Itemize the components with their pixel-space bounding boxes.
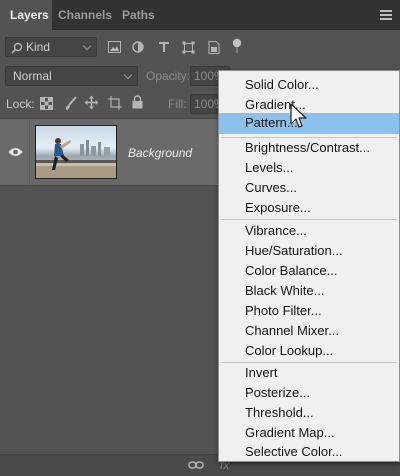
menu-item-color-balance[interactable]: Color Balance...: [219, 261, 399, 281]
fill-label: Fill:: [168, 97, 187, 111]
tab-channels[interactable]: Channels: [52, 0, 114, 30]
mouse-pointer-icon: [290, 103, 307, 128]
adjustment-filter-icon[interactable]: [132, 41, 144, 53]
panel-menu-icon[interactable]: [380, 10, 392, 20]
menu-item-brightness-contrast[interactable]: Brightness/Contrast...: [219, 138, 399, 158]
image-filter-icon[interactable]: [108, 41, 121, 53]
lock-label: Lock:: [6, 97, 35, 111]
layer-thumbnail: [35, 125, 117, 179]
panel-tab-bar: Layers Channels Paths: [0, 0, 400, 31]
blend-mode-value: Normal: [13, 69, 52, 83]
filter-toggle-icon[interactable]: [232, 38, 242, 54]
filter-kind-select[interactable]: Kind: [5, 37, 97, 57]
layer-visibility-toggle[interactable]: [0, 119, 30, 187]
lock-position-icon[interactable]: [84, 95, 99, 110]
link-layers-icon[interactable]: [188, 460, 204, 470]
menu-item-gradient-map[interactable]: Gradient Map...: [219, 423, 399, 443]
menu-item-black-white[interactable]: Black White...: [219, 281, 399, 301]
menu-item-posterize[interactable]: Posterize...: [219, 383, 399, 403]
filter-kind-label: Kind: [26, 40, 51, 54]
layer-name: Background: [128, 146, 193, 160]
menu-item-threshold[interactable]: Threshold...: [219, 403, 399, 423]
opacity-label: Opacity:: [146, 69, 191, 83]
filter-row: Kind: [0, 32, 400, 62]
blend-mode-select[interactable]: Normal: [5, 66, 138, 86]
menu-item-photo-filter[interactable]: Photo Filter...: [219, 301, 399, 321]
menu-item-solid-color[interactable]: Solid Color...: [219, 75, 399, 95]
lock-all-icon[interactable]: [132, 95, 143, 109]
tab-layers[interactable]: Layers: [0, 0, 52, 31]
menu-item-gradient[interactable]: Gradient...: [219, 95, 399, 115]
adjustment-layer-menu: Solid Color... Gradient... Pattern... Br…: [218, 70, 400, 462]
smart-object-filter-icon[interactable]: [208, 41, 220, 54]
menu-item-pattern[interactable]: Pattern...: [219, 113, 399, 134]
menu-item-invert[interactable]: Invert: [219, 363, 399, 383]
menu-item-hue-saturation[interactable]: Hue/Saturation...: [219, 241, 399, 261]
menu-item-curves[interactable]: Curves...: [219, 178, 399, 198]
menu-item-vibrance[interactable]: Vibrance...: [219, 221, 399, 241]
menu-item-channel-mixer[interactable]: Channel Mixer...: [219, 321, 399, 341]
lock-image-pixels-icon[interactable]: [64, 96, 78, 111]
chevron-down-icon: [123, 70, 133, 80]
chevron-down-icon: [82, 41, 92, 51]
menu-item-selective-color[interactable]: Selective Color...: [219, 442, 399, 462]
tab-paths[interactable]: Paths: [114, 0, 160, 30]
lock-transparent-pixels-icon[interactable]: [40, 97, 53, 110]
search-icon: [11, 42, 23, 54]
menu-item-levels[interactable]: Levels...: [219, 158, 399, 178]
shape-filter-icon[interactable]: [182, 41, 195, 54]
eye-icon: [8, 148, 23, 156]
lock-artboard-icon[interactable]: [108, 96, 122, 110]
menu-item-exposure[interactable]: Exposure...: [219, 198, 399, 218]
type-filter-icon[interactable]: [158, 41, 170, 53]
menu-separator: [221, 219, 397, 220]
menu-item-color-lookup[interactable]: Color Lookup...: [219, 341, 399, 361]
thumbnail-image: [36, 138, 116, 178]
